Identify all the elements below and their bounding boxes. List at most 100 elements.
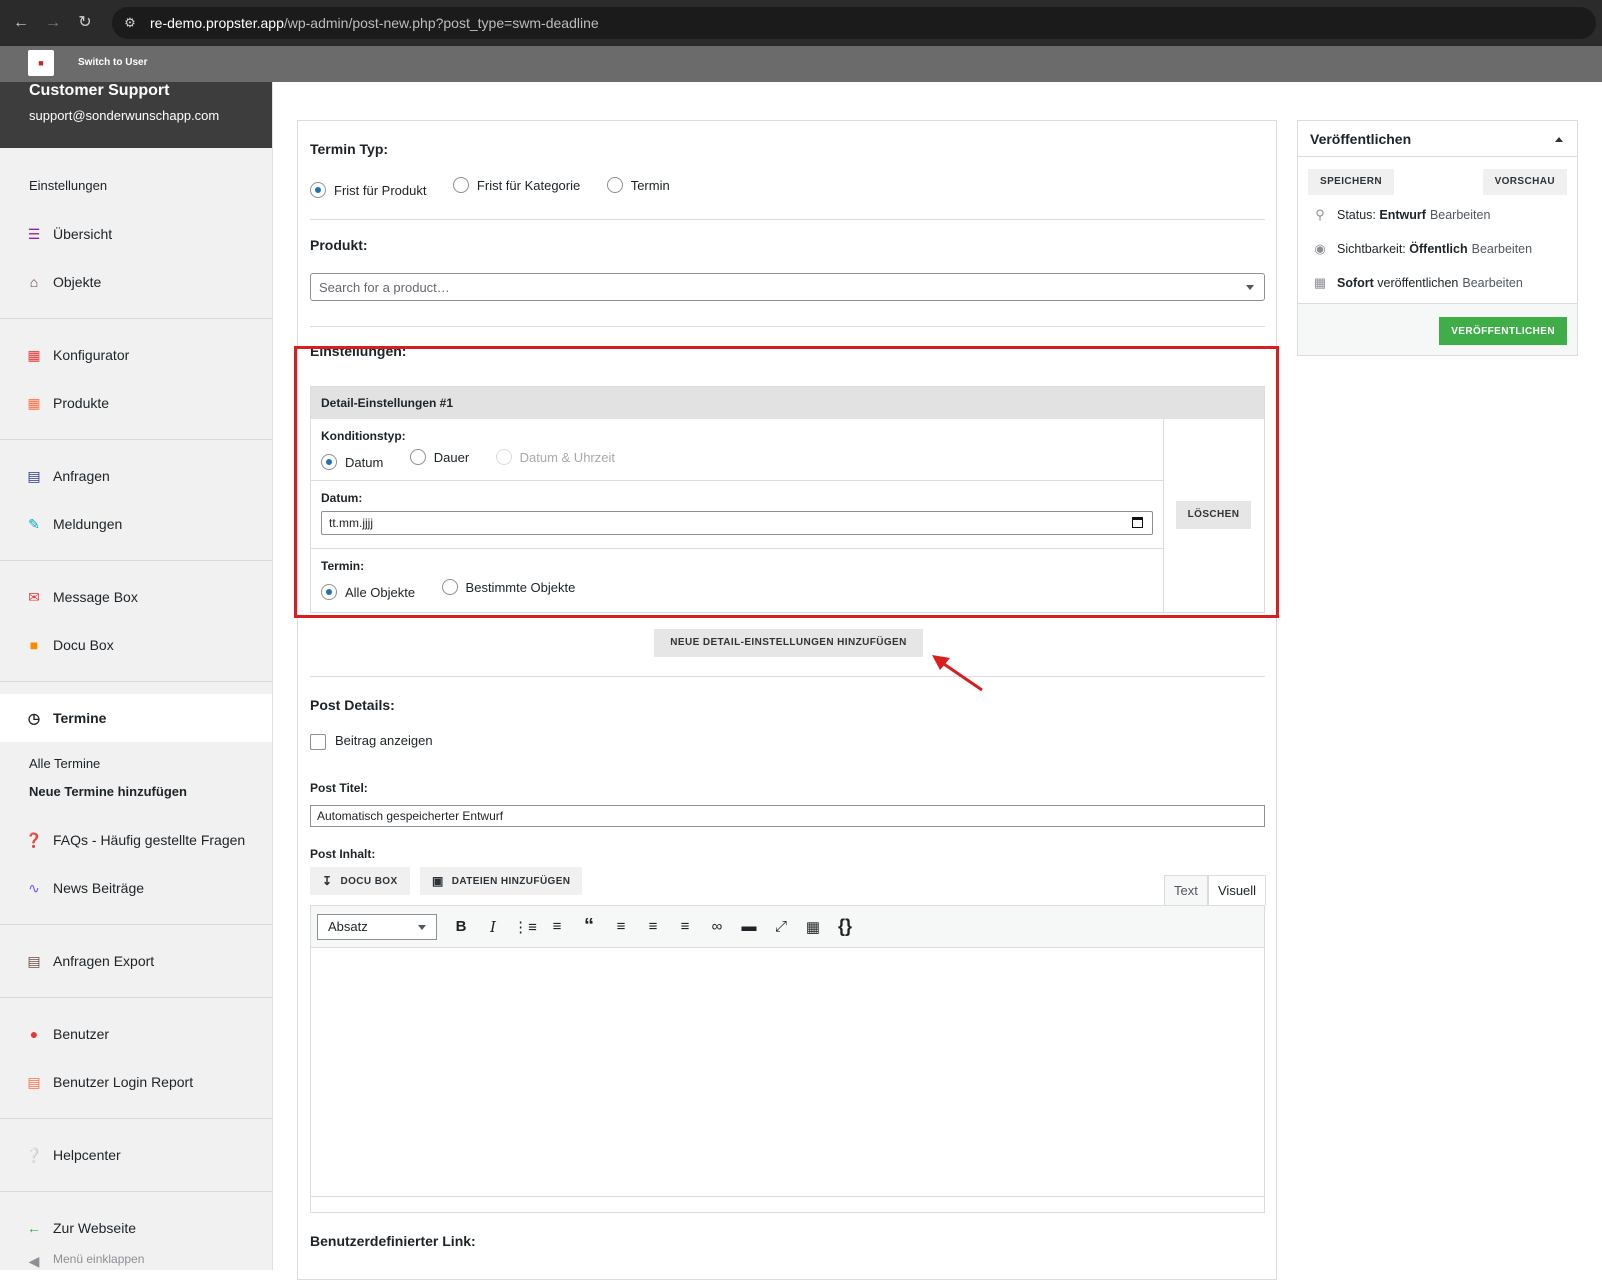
reload-icon[interactable]: ↻ — [74, 12, 96, 34]
italic-icon[interactable]: I — [477, 918, 509, 936]
blockquote-icon[interactable]: “ — [573, 915, 605, 938]
post-details-label: Post Details: — [310, 697, 395, 713]
back-arrow-icon[interactable]: ← — [10, 12, 32, 34]
tab-text[interactable]: Text — [1164, 875, 1208, 905]
publish-box: Veröffentlichen SPEICHERN VORSCHAU ⚲ Stat… — [1297, 120, 1578, 356]
site-logo[interactable]: ■ — [28, 50, 54, 76]
radio-datum[interactable]: Datum — [321, 454, 383, 470]
radio-dauer[interactable]: Dauer — [409, 449, 469, 465]
sidebar-collapse[interactable]: ◀ Menü einklappen — [0, 1252, 272, 1270]
address-bar[interactable]: ⚙ re-demo.propster.app/wp-admin/post-new… — [112, 7, 1596, 39]
sidebar-divider — [0, 924, 272, 925]
align-right-icon[interactable]: ≡ — [669, 918, 701, 935]
radio-frist-produkt[interactable]: Frist für Produkt — [310, 182, 426, 198]
post-title-input[interactable]: Automatisch gespeicherter Entwurf — [310, 805, 1265, 827]
sidebar-section-label[interactable]: Einstellungen — [0, 148, 272, 210]
url-text: re-demo.propster.app/wp-admin/post-new.p… — [150, 15, 599, 31]
radio-termin[interactable]: Termin — [606, 177, 670, 193]
sidebar-item-uebersicht[interactable]: ☰ Übersicht — [0, 210, 272, 258]
content-editor[interactable]: Absatz B I ⋮≡ ≡ “ ≡ ≡ ≡ ∞ ▬ ⤢ ▦ {} — [310, 905, 1265, 1213]
sidebar-item-meldungen[interactable]: ✎ Meldungen — [0, 500, 272, 548]
sidebar-item-message-box[interactable]: ✉ Message Box — [0, 573, 272, 621]
beitrag-anzeigen-checkbox[interactable]: Beitrag anzeigen — [310, 733, 433, 750]
bold-icon[interactable]: B — [445, 918, 477, 935]
format-select[interactable]: Absatz — [317, 913, 437, 940]
post-inhalt-label: Post Inhalt: — [310, 847, 376, 861]
pin-icon: ⚲ — [1315, 207, 1325, 222]
sidebar-item-login-report[interactable]: ▤ Benutzer Login Report — [0, 1058, 272, 1106]
sidebar-divider — [0, 1191, 272, 1192]
clock-icon: ◷ — [27, 709, 41, 726]
add-detail-button[interactable]: NEUE DETAIL-EINSTELLUNGEN HINZUFÜGEN — [654, 629, 923, 657]
question-icon: ❔ — [25, 1146, 43, 1163]
site-settings-icon[interactable]: ⚙ — [122, 15, 138, 31]
sidebar-divider — [0, 318, 272, 319]
switch-user-link[interactable]: Switch to User — [78, 57, 147, 68]
docu-box-button[interactable]: ↧ DOCU BOX — [310, 867, 410, 895]
radio-circle — [310, 182, 326, 198]
product-search-select[interactable]: Search for a product… — [310, 273, 1265, 301]
forward-arrow-icon[interactable]: → — [42, 12, 64, 34]
checkbox[interactable] — [310, 733, 326, 750]
sidebar-subitem-alle-termine[interactable]: Alle Termine — [0, 750, 272, 778]
publish-header[interactable]: Veröffentlichen — [1298, 121, 1577, 157]
sidebar-item-docu-box[interactable]: ■ Docu Box — [0, 621, 272, 669]
sidebar-item-anfragen-export[interactable]: ▤ Anfragen Export — [0, 937, 272, 985]
radio-frist-kategorie[interactable]: Frist für Kategorie — [452, 177, 580, 193]
radio-alle-objekte[interactable]: Alle Objekte — [321, 584, 415, 600]
edit-schedule-link[interactable]: Bearbeiten — [1462, 276, 1522, 290]
sidebar-item-zur-webseite[interactable]: ← Zur Webseite — [0, 1204, 272, 1252]
grid-icon: ▦ — [27, 394, 41, 411]
visibility-row: ◉ Sichtbarkeit: Öffentlich Bearbeiten — [1312, 241, 1532, 257]
sidebar-divider — [0, 997, 272, 998]
einstellungen-label: Einstellungen: — [310, 343, 407, 359]
more-tag-icon[interactable]: ▬ — [733, 918, 765, 935]
arrow-left-icon: ← — [27, 1220, 41, 1236]
divider — [310, 676, 1265, 677]
datum-label: Datum: — [321, 491, 363, 505]
divider — [310, 219, 1265, 220]
preview-button[interactable]: VORSCHAU — [1482, 169, 1567, 195]
edit-icon: ✎ — [28, 515, 40, 532]
sidebar-item-faqs[interactable]: ❓ FAQs - Häufig gestellte Fragen — [0, 816, 272, 864]
align-left-icon[interactable]: ≡ — [605, 918, 637, 935]
delete-button[interactable]: LÖSCHEN — [1176, 501, 1251, 529]
align-center-icon[interactable]: ≡ — [637, 918, 669, 935]
sidebar-item-objekte[interactable]: ⌂ Objekte — [0, 258, 272, 306]
radio-circle — [441, 579, 458, 595]
custom-link-label: Benutzerdefinierter Link: — [310, 1233, 476, 1249]
detail-settings-title: Detail-Einstellungen #1 — [311, 387, 1264, 419]
sitemap-icon: ▦ — [27, 346, 41, 363]
sidebar-item-helpcenter[interactable]: ❔ Helpcenter — [0, 1131, 272, 1179]
calendar-icon[interactable] — [1132, 517, 1143, 528]
add-files-button[interactable]: ▣ DATEIEN HINZUFÜGEN — [420, 867, 583, 895]
radio-bestimmte-objekte[interactable]: Bestimmte Objekte — [441, 579, 575, 595]
save-draft-button[interactable]: SPEICHERN — [1308, 169, 1394, 195]
numbered-list-icon[interactable]: ≡ — [541, 918, 573, 935]
publish-button[interactable]: VERÖFFENTLICHEN — [1439, 317, 1567, 345]
eye-icon: ◉ — [1314, 241, 1326, 256]
sidebar-item-news[interactable]: ∿ News Beiträge — [0, 864, 272, 912]
produkt-label: Produkt: — [310, 237, 368, 253]
link-icon[interactable]: ∞ — [701, 918, 733, 935]
report-icon: ▤ — [27, 1073, 41, 1090]
bullet-list-icon[interactable]: ⋮≡ — [509, 918, 541, 936]
fullscreen-icon[interactable]: ⤢ — [765, 918, 797, 935]
collapse-triangle-icon[interactable] — [1555, 137, 1563, 142]
sidebar-subitem-neue-termine[interactable]: Neue Termine hinzufügen — [0, 778, 272, 806]
sidebar-item-anfragen[interactable]: ▤ Anfragen — [0, 452, 272, 500]
keyboard-icon[interactable]: ▦ — [797, 918, 829, 936]
date-input[interactable]: tt.mm.jjjj — [321, 511, 1153, 535]
sidebar-item-konfigurator[interactable]: ▦ Konfigurator — [0, 331, 272, 379]
collapse-icon: ◀ — [28, 1252, 40, 1269]
user-icon: ● — [29, 1026, 39, 1042]
sidebar-item-produkte[interactable]: ▦ Produkte — [0, 379, 272, 427]
sidebar-divider — [0, 439, 272, 440]
code-braces-icon[interactable]: {} — [829, 916, 861, 937]
sidebar-item-termine[interactable]: ◷ Termine — [0, 694, 272, 742]
termin-row: Termin: Alle Objekte Bestimmte Objekte — [311, 549, 1163, 612]
sidebar-item-benutzer[interactable]: ● Benutzer — [0, 1010, 272, 1058]
tab-visuell[interactable]: Visuell — [1208, 875, 1267, 905]
edit-status-link[interactable]: Bearbeiten — [1430, 208, 1490, 222]
edit-visibility-link[interactable]: Bearbeiten — [1472, 242, 1532, 256]
